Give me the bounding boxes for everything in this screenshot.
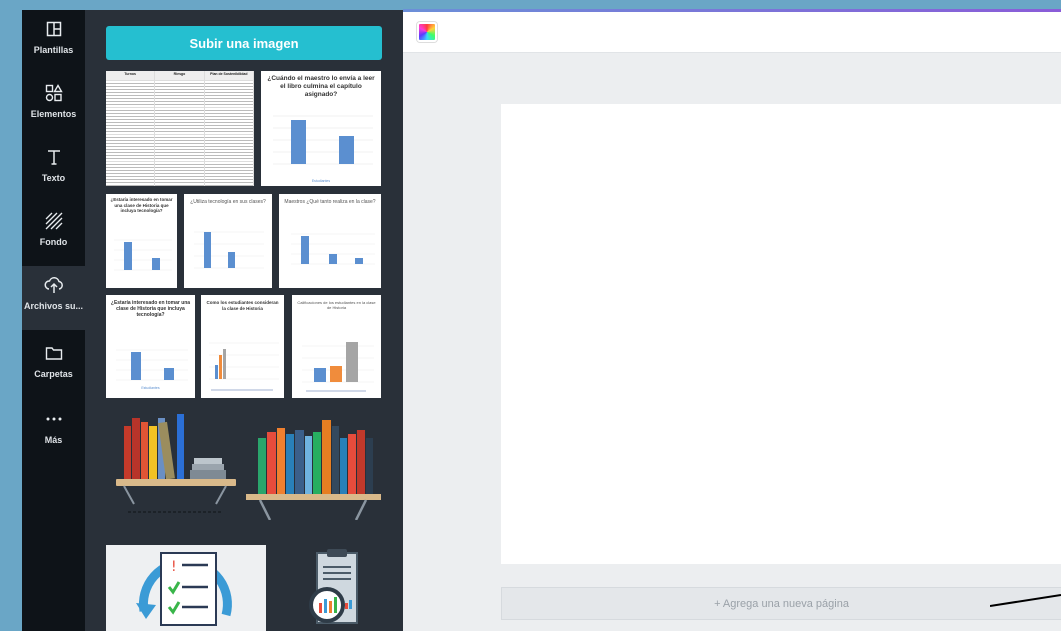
upload-thumb-chart-7[interactable]: Calificaciones de los estudiantes en la …	[292, 295, 381, 398]
bookshelf-image	[116, 414, 236, 513]
rail-item-label: Plantillas	[33, 45, 74, 55]
chart-thumb-legend: Estudiantes	[311, 179, 331, 183]
text-icon	[43, 146, 65, 168]
chart-thumb-plot	[291, 233, 375, 265]
bar	[223, 349, 226, 379]
editor-area: + Agrega una nueva página	[403, 12, 1061, 631]
bar	[314, 368, 326, 382]
bar	[355, 258, 363, 264]
legend-strip	[211, 389, 273, 391]
chart-thumb-plot	[209, 342, 279, 391]
bar	[204, 232, 211, 268]
checklist-image: !	[106, 545, 266, 631]
left-edge	[0, 0, 22, 631]
bar	[131, 352, 141, 380]
elements-icon	[43, 82, 65, 104]
upload-cloud-icon	[43, 274, 65, 296]
color-picker-icon[interactable]	[417, 22, 437, 42]
bar	[124, 242, 132, 270]
upload-thumb-chart-5[interactable]: ¿Estaría interesado en tomar una clase d…	[106, 295, 195, 398]
upload-thumb-checklist[interactable]: !	[106, 545, 266, 631]
background-icon	[43, 210, 65, 232]
editor-toolbar	[403, 12, 1061, 53]
add-page-button[interactable]: + Agrega una nueva página	[501, 587, 1061, 620]
chart-thumb-title: Calificaciones de los estudiantes en la …	[297, 300, 376, 310]
rail-item-text[interactable]: Texto	[22, 138, 85, 198]
upload-thumb-chart-4[interactable]: Maestros ¿Qué tanto realiza en la clase?	[279, 194, 381, 288]
upload-thumb-clipboard[interactable]	[285, 545, 381, 631]
table-header-cell: Plan de Sostenibilidad	[204, 71, 254, 80]
table-header-cell: Riesgo	[155, 71, 205, 80]
clipboard-magnifier-image	[309, 549, 358, 624]
annotation-arrow-line	[990, 594, 1061, 607]
rail-item-label: Archivos su...	[23, 301, 84, 311]
chart-thumb-title: ¿Cuándo el maestro lo envía a leer el li…	[267, 75, 375, 98]
rail-item-background[interactable]: Fondo	[22, 202, 85, 262]
rail-item-label: Elementos	[30, 109, 77, 119]
upload-thumb-chart-6[interactable]: Como los estudiantes consideran la clase…	[201, 295, 284, 398]
bar	[228, 252, 235, 268]
rail-item-uploads[interactable]: Archivos su...	[22, 266, 85, 330]
rail-item-folders[interactable]: Carpetas	[22, 334, 85, 394]
chart-thumb-title: ¿Estaría interesado en tomar una clase d…	[110, 300, 191, 318]
rail-item-label: Carpetas	[34, 369, 73, 379]
upload-thumb-chart-1[interactable]: ¿Cuándo el maestro lo envía a leer el li…	[261, 71, 381, 186]
upload-image-button[interactable]: Subir una imagen	[106, 26, 382, 60]
bar	[164, 368, 174, 380]
rail-item-label: Más	[44, 435, 63, 445]
bar	[346, 342, 358, 382]
upload-thumb-table[interactable]: Turnos Riesgo Plan de Sostenibilidad	[106, 71, 254, 186]
table-header-cell: Turnos	[106, 71, 156, 80]
rail-item-label: Fondo	[39, 237, 68, 247]
bar	[291, 120, 306, 164]
upload-thumb-chart-3[interactable]: ¿Utiliza tecnología en sus clases?	[184, 194, 272, 288]
design-canvas[interactable]	[501, 104, 1061, 564]
chart-thumb-title: Maestros ¿Qué tanto realiza en la clase?	[284, 199, 376, 205]
rail-item-elements[interactable]: Elementos	[22, 74, 85, 134]
chart-thumb-title: ¿Utiliza tecnología en sus clases?	[190, 199, 266, 205]
upload-thumb-bookshelf-2[interactable]	[246, 408, 381, 521]
more-icon	[43, 408, 65, 430]
templates-icon	[43, 18, 65, 40]
chart-thumb-plot	[114, 239, 172, 271]
bar	[215, 365, 218, 379]
chart-thumb-title: ¿Estaría interesado en tomar una clase d…	[110, 197, 173, 213]
folder-icon	[43, 342, 65, 364]
side-rail: Plantillas Elementos Texto Fondo Archivo…	[22, 10, 85, 631]
bar	[330, 366, 342, 382]
bar	[339, 136, 354, 164]
legend-strip	[306, 390, 366, 392]
chart-thumb-plot	[302, 342, 374, 392]
bookshelf-image	[246, 420, 381, 521]
rail-item-more[interactable]: Más	[22, 400, 85, 460]
app-window: Plantillas Elementos Texto Fondo Archivo…	[0, 0, 1061, 631]
upload-thumb-bookshelf-1[interactable]	[106, 408, 241, 520]
chart-thumb-title: Como los estudiantes consideran la clase…	[206, 300, 279, 311]
rail-item-templates[interactable]: Plantillas	[22, 10, 85, 70]
rail-item-label: Texto	[41, 173, 66, 183]
bar	[219, 355, 222, 379]
upload-thumb-chart-2[interactable]: ¿Estaría interesado en tomar una clase d…	[106, 194, 177, 288]
bar	[329, 254, 337, 264]
bar	[301, 236, 309, 264]
chart-thumb-plot	[194, 231, 264, 269]
uploads-panel: Subir una imagen Turnos Riesgo Plan de S…	[85, 10, 403, 631]
chart-thumb-legend: Estudiantes	[141, 386, 160, 390]
bar	[152, 258, 160, 270]
svg-text:!: !	[171, 559, 177, 575]
chart-thumb-plot	[273, 115, 373, 165]
